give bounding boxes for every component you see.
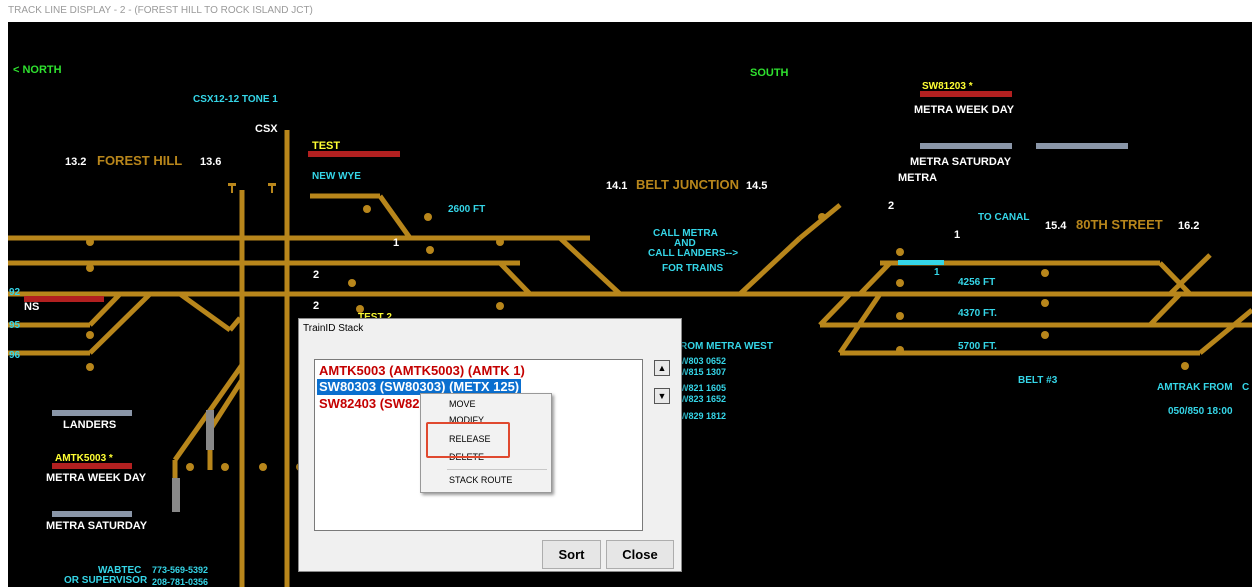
south-label: SOUTH	[750, 67, 789, 79]
track-number-2a: 2	[313, 269, 319, 281]
stub-block-1	[172, 478, 180, 512]
track-number-1a: 1	[393, 237, 399, 249]
metra-saturday-label: METRA SATURDAY	[46, 520, 148, 532]
occupied-track-segment	[898, 260, 944, 265]
track-number-2c: 2	[888, 200, 894, 212]
metra-week-day-label: METRA WEEK DAY	[46, 472, 147, 484]
belt3-label: BELT #3	[1018, 375, 1058, 386]
ft-4370-label: 4370 FT.	[958, 308, 997, 319]
track-95-label: 95	[9, 320, 21, 331]
track-number-2b: 2	[313, 300, 319, 312]
metra-saturday-block-2	[1036, 143, 1128, 149]
north-label: < NORTH	[13, 64, 62, 76]
belt-junction-label: BELT JUNCTION	[636, 177, 739, 192]
forest-hill-label: FOREST HILL	[97, 153, 182, 168]
metra-label: METRA	[898, 172, 937, 184]
supervisor-label: OR SUPERVISOR	[64, 575, 148, 586]
release-highlight-box	[426, 422, 510, 458]
ns-label: NS	[24, 301, 39, 313]
forest-hill-right-mp: 13.6	[200, 156, 221, 168]
to-canal-label: TO CANAL	[978, 212, 1029, 223]
stub-block-2	[206, 410, 214, 450]
ft-5700-label: 5700 FT.	[958, 341, 997, 352]
menu-item-move[interactable]: MOVE	[449, 399, 476, 409]
menu-separator	[447, 469, 547, 470]
amtrak-from-cut-label: C	[1242, 382, 1249, 393]
schedule-line-1: W803 0652	[680, 356, 726, 366]
landers-block	[52, 410, 132, 416]
landers-label: LANDERS	[63, 419, 116, 431]
st80-right-mp: 16.2	[1178, 220, 1199, 232]
close-button[interactable]: Close	[606, 540, 674, 569]
belt-right-mp: 14.5	[746, 180, 767, 192]
80th-street-label: 80TH STREET	[1076, 217, 1163, 232]
list-item[interactable]: SW82403 (SW82	[317, 396, 421, 412]
new-wye-label: NEW WYE	[312, 171, 361, 182]
sw81203-label: SW81203 *	[922, 81, 973, 92]
amtk5003-label: AMTK5003 *	[55, 453, 113, 464]
track-92-label: 92	[9, 287, 21, 298]
move-up-button[interactable]: ▲	[654, 360, 670, 376]
track-number-1b: 1	[954, 229, 960, 241]
call-metra-line3: CALL LANDERS-->	[648, 248, 738, 259]
metra-saturday-block-bottom	[52, 511, 132, 517]
amtrak-from-label: AMTRAK FROM	[1157, 382, 1233, 393]
move-down-button[interactable]: ▼	[654, 388, 670, 404]
belt-left-mp: 14.1	[606, 180, 627, 192]
call-metra-line4: FOR TRAINS	[662, 263, 723, 274]
schedule-line-3: W821 1605	[680, 383, 726, 393]
csx-tone-label: CSX12-12 TONE 1	[193, 94, 278, 105]
menu-item-stack-route[interactable]: STACK ROUTE	[449, 475, 512, 485]
metra-week-day-top-label: METRA WEEK DAY	[914, 104, 1015, 116]
metra-saturday-top-label: METRA SATURDAY	[910, 156, 1012, 168]
schedule-line-5: W829 1812	[680, 411, 726, 421]
window-title: TRACK LINE DISPLAY - 2 - (FOREST HILL TO…	[8, 5, 313, 16]
ft-2600-label: 2600 FT	[448, 204, 485, 215]
ft-4256-label: 4256 FT	[958, 277, 995, 288]
schedule-line-4: W823 1652	[680, 394, 726, 404]
sort-button[interactable]: Sort	[542, 540, 601, 569]
schedule-line-2: W815 1307	[680, 367, 726, 377]
test-label: TEST	[312, 140, 340, 152]
window-left-border	[0, 22, 8, 587]
track-96-label: 96	[9, 350, 21, 361]
csx-label: CSX	[255, 123, 278, 135]
metra-saturday-block-1	[920, 143, 1012, 149]
st80-left-mp: 15.4	[1045, 220, 1067, 232]
supervisor-phone: 208-781-0356	[152, 577, 208, 587]
amtrak-time-label: 050/850 18:00	[1168, 406, 1233, 417]
dialog-title: TrainID Stack	[303, 323, 364, 334]
from-metra-west-label: ROM METRA WEST	[680, 341, 773, 352]
forest-hill-left-mp: 13.2	[65, 156, 86, 168]
track-number-1t: 1	[934, 267, 940, 278]
list-item[interactable]: AMTK5003 (AMTK5003) (AMTK 1)	[317, 363, 527, 379]
title-bar: TRACK LINE DISPLAY - 2 - (FOREST HILL TO…	[0, 0, 1252, 23]
wabtec-phone: 773-569-5392	[152, 565, 208, 575]
